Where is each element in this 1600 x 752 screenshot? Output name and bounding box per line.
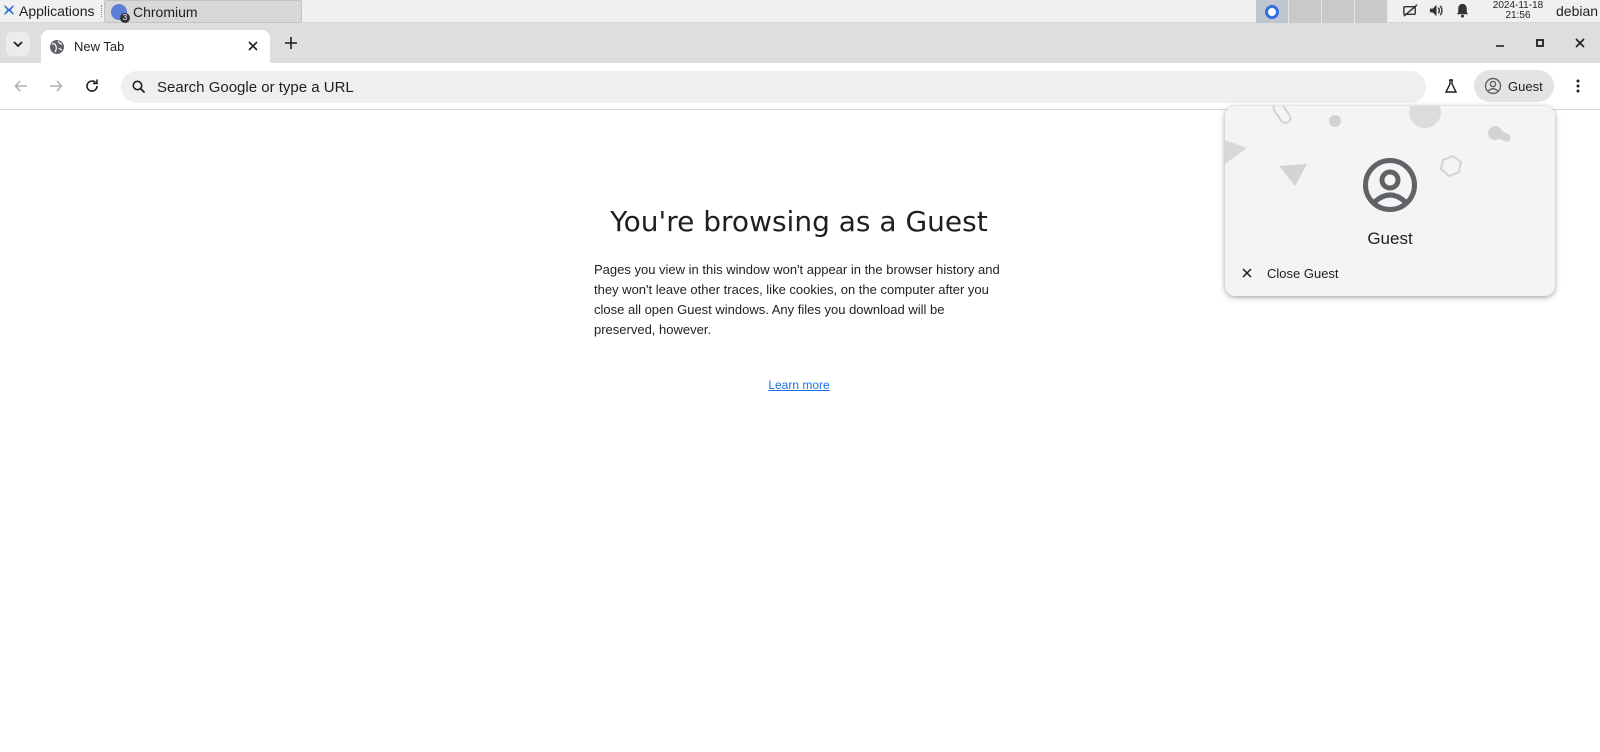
notification-bell-icon[interactable]: [1454, 2, 1471, 22]
profile-avatar-icon: [1484, 77, 1502, 95]
arrow-right-icon: [50, 80, 63, 92]
profile-name: Guest: [1367, 229, 1413, 248]
arrow-left-icon: [14, 80, 27, 92]
learn-more-link[interactable]: Learn more: [560, 378, 1038, 392]
chromium-icon: [111, 3, 130, 23]
close-window-button[interactable]: [1560, 23, 1600, 63]
guest-description: Pages you view in this window won't appe…: [594, 262, 1000, 337]
session-user[interactable]: debian: [1556, 0, 1598, 23]
search-icon: [132, 80, 146, 94]
more-vertical-icon: [1576, 79, 1580, 93]
volume-icon[interactable]: [1428, 2, 1445, 22]
omnibox[interactable]: [121, 71, 1426, 103]
applications-label: Applications: [19, 3, 95, 19]
profile-button[interactable]: Guest: [1474, 70, 1554, 102]
reload-icon: [86, 79, 98, 92]
window-controls: [1480, 23, 1600, 63]
system-tray: [1402, 0, 1471, 23]
page-title: You're browsing as a Guest: [610, 205, 988, 238]
close-guest-button[interactable]: Close Guest: [1241, 263, 1339, 283]
forward-button[interactable]: [44, 74, 68, 98]
chromium-workspace-icon: [1265, 4, 1279, 19]
close-tab-icon[interactable]: [246, 39, 260, 53]
maximize-button[interactable]: [1520, 23, 1560, 63]
system-taskbar: Applications Chromium 2024-11-18 21:56 d…: [0, 0, 1600, 23]
workspace-3[interactable]: [1322, 0, 1355, 23]
profile-button-label: Guest: [1508, 78, 1543, 94]
globe-icon: [50, 39, 64, 54]
maximize-icon: [1536, 39, 1544, 47]
omnibox-input[interactable]: [157, 78, 1357, 96]
taskbar-clock[interactable]: 2024-11-18 21:56: [1487, 1, 1549, 21]
close-guest-label: Close Guest: [1267, 265, 1339, 281]
workspace-2[interactable]: [1289, 0, 1322, 23]
workspace-1[interactable]: [1256, 0, 1289, 23]
chevron-down-icon: [13, 41, 23, 48]
network-icon[interactable]: [1402, 2, 1419, 22]
browser-menu-button[interactable]: [1566, 74, 1590, 98]
taskbar-chromium-button[interactable]: Chromium: [104, 0, 302, 23]
reload-button[interactable]: [80, 74, 104, 98]
xfce-logo-icon: [2, 3, 16, 20]
browser-toolbar: Guest: [0, 63, 1600, 110]
close-icon: [1575, 38, 1585, 48]
workspace-4[interactable]: [1355, 0, 1388, 23]
minimize-icon: [1496, 45, 1504, 47]
tab-strip: New Tab: [0, 23, 1600, 63]
guest-avatar-icon: [1363, 158, 1417, 212]
tab-search-button[interactable]: [6, 32, 30, 56]
chrome-labs-button[interactable]: [1439, 74, 1463, 98]
tab-title: New Tab: [74, 39, 125, 54]
new-tab-button[interactable]: [280, 32, 302, 54]
profile-menu-popup: Guest Close Guest: [1225, 106, 1555, 296]
minimize-button[interactable]: [1480, 23, 1520, 63]
flask-icon: [1444, 79, 1458, 93]
clock-time: 21:56: [1505, 10, 1531, 21]
plus-icon: [285, 37, 297, 49]
close-icon: [1242, 268, 1252, 278]
tab-new-tab[interactable]: New Tab: [41, 30, 270, 63]
taskbar-task-label: Chromium: [133, 3, 198, 20]
workspace-switcher: [1256, 0, 1388, 23]
applications-menu[interactable]: Applications: [0, 0, 112, 23]
back-button[interactable]: [9, 74, 33, 98]
